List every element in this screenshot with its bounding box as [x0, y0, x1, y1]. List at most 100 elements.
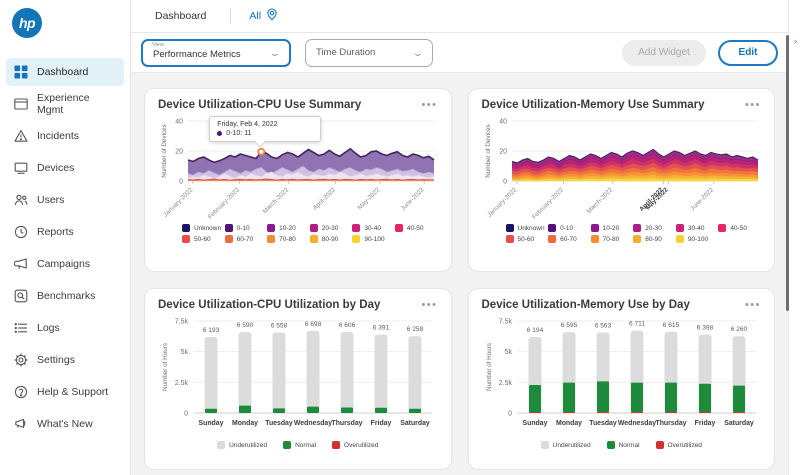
- legend-item-60-70[interactable]: 60-70: [224, 235, 268, 243]
- time-duration-value: Time Duration: [316, 47, 376, 58]
- sidebar-item-settings[interactable]: Settings: [6, 346, 124, 374]
- sidebar-item-dashboard[interactable]: Dashboard: [6, 58, 124, 86]
- vertical-scrollbar[interactable]: [786, 35, 789, 311]
- legend-label: 20-30: [645, 224, 662, 232]
- tab-dashboard[interactable]: Dashboard: [131, 10, 230, 22]
- sidebar-nav: Dashboard Experience Mgmt Incidents Devices…: [0, 48, 130, 448]
- sidebar-item-benchmarks[interactable]: Benchmarks: [6, 282, 124, 310]
- sidebar-item-label: Dashboard: [37, 66, 89, 78]
- legend-item-90-100[interactable]: 90-100: [675, 235, 719, 243]
- cpu-summary-chart[interactable]: Friday, Feb 4, 2022 0-10: 11 0 20 40 Number…: [158, 113, 438, 224]
- axis-label: Saturday: [400, 420, 430, 427]
- legend-item-normal[interactable]: Normal: [283, 441, 316, 449]
- scope-selector[interactable]: All: [231, 8, 296, 24]
- sidebar-item-help-support[interactable]: Help & Support: [6, 378, 124, 406]
- sidebar-item-users[interactable]: Users: [6, 186, 124, 214]
- axis-label: 5k: [504, 349, 512, 356]
- legend-label: 0-10: [236, 224, 250, 232]
- add-widget-button[interactable]: Add Widget: [622, 39, 706, 66]
- sidebar-item-label: Experience Mgmt: [37, 92, 90, 116]
- memory-summary-chart[interactable]: 0 20 40 Number of Devices January-2022 Februa…: [482, 113, 762, 224]
- memory-by-day-chart[interactable]: 0 2.5k 5k 7.5k Number of Hours 6 194 Sunday 6 5…: [482, 313, 762, 440]
- legend-item-overutilized[interactable]: Overutilized: [655, 441, 702, 449]
- bar-overutilized: [630, 412, 643, 413]
- bar-underutilized: [340, 331, 354, 413]
- legend-item-overutilized[interactable]: Overutilized: [332, 441, 378, 449]
- legend-item-30-40[interactable]: 30-40: [352, 224, 395, 232]
- devices-icon: [14, 161, 28, 175]
- legend-label: Underutilized: [229, 441, 268, 449]
- legend-item-50-60[interactable]: 50-60: [182, 235, 225, 243]
- legend-label: 30-40: [687, 224, 705, 232]
- sidebar-item-experience-mgmt[interactable]: Experience Mgmt: [6, 90, 124, 118]
- bar-overutilized: [698, 412, 711, 413]
- legend-item-80-90[interactable]: 80-90: [309, 235, 353, 243]
- legend-swatch: [224, 224, 233, 232]
- sidebar-item-reports[interactable]: Reports: [6, 218, 124, 246]
- edit-button[interactable]: Edit: [718, 39, 778, 66]
- bar-underutilized: [306, 330, 320, 413]
- settings-icon: [14, 353, 28, 367]
- legend-item-70-80[interactable]: 70-80: [590, 235, 634, 243]
- legend-item-10-20[interactable]: 10-20: [590, 224, 634, 232]
- legend-item-10-20[interactable]: 10-20: [267, 224, 310, 232]
- legend-label: Unknown: [194, 224, 222, 232]
- axis-label: Tuesday: [589, 420, 617, 427]
- chevron-down-icon: ⌄: [412, 48, 425, 58]
- legend-item-40-50[interactable]: 40-50: [718, 224, 761, 232]
- legend-item-60-70[interactable]: 60-70: [548, 235, 591, 243]
- legend-item-underutilized[interactable]: Underutilized: [217, 441, 267, 449]
- legend-item-underutilized[interactable]: Underutilized: [540, 441, 591, 449]
- bar-normal: [273, 408, 285, 413]
- legend-item-0-10[interactable]: 0-10: [224, 224, 268, 232]
- legend-item-unknown[interactable]: Unknown: [505, 224, 549, 232]
- view-select[interactable]: View Performance Metrics ⌄: [141, 38, 291, 67]
- sidebar-item-campaigns[interactable]: Campaigns: [6, 250, 124, 278]
- legend-item-30-40[interactable]: 30-40: [675, 224, 719, 232]
- card-title: Device Utilization-CPU Utilization by Da…: [158, 299, 381, 311]
- legend-item-unknown[interactable]: Unknown: [182, 224, 225, 232]
- expand-panel-icon[interactable]: ›: [793, 36, 797, 475]
- legend-item-50-60[interactable]: 50-60: [505, 235, 549, 243]
- card-menu-icon[interactable]: •••: [421, 100, 437, 111]
- time-duration-select[interactable]: Time Duration ⌄: [305, 38, 433, 67]
- card-menu-icon[interactable]: •••: [421, 300, 437, 311]
- legend-label: 0-10: [560, 224, 574, 232]
- axis-label: 20: [175, 149, 183, 156]
- axis-label: 6 558: [271, 323, 288, 330]
- legend-item-20-30[interactable]: 20-30: [309, 224, 353, 232]
- sidebar-item-incidents[interactable]: Incidents: [6, 122, 124, 150]
- axis-label: Friday: [694, 420, 715, 427]
- chart-legend: Unknown 0-10 10-20 20-30 30-40 40-50 50-60 60-7…: [505, 224, 762, 243]
- legend-swatch: [267, 235, 276, 243]
- axis-label: Number of Hours: [486, 343, 493, 391]
- legend-label: Normal: [618, 441, 640, 449]
- sidebar-item-logs[interactable]: Logs: [6, 314, 124, 342]
- sidebar-item-devices[interactable]: Devices: [6, 154, 124, 182]
- axis-label: 2.5k: [175, 380, 189, 387]
- help-icon: [14, 385, 28, 399]
- legend-label: 70-80: [602, 235, 620, 243]
- legend-item-0-10[interactable]: 0-10: [548, 224, 591, 232]
- axis-label: 6 698: [305, 321, 322, 328]
- axis-label: 6 563: [594, 322, 611, 329]
- sidebar-item-label: Benchmarks: [37, 290, 96, 302]
- axis-label: 6 260: [730, 326, 747, 333]
- legend-item-40-50[interactable]: 40-50: [394, 224, 438, 232]
- legend-label: Underutilized: [552, 441, 591, 449]
- bar-normal: [409, 408, 421, 413]
- legend-swatch: [655, 441, 664, 449]
- legend-item-80-90[interactable]: 80-90: [633, 235, 676, 243]
- legend-item-70-80[interactable]: 70-80: [267, 235, 310, 243]
- card-menu-icon[interactable]: •••: [745, 100, 761, 111]
- legend-label: 50-60: [517, 235, 535, 243]
- legend-item-20-30[interactable]: 20-30: [633, 224, 676, 232]
- axis-label: June-2022: [689, 186, 715, 212]
- sidebar-item-what-s-new[interactable]: What's New: [6, 410, 124, 438]
- hp-logo[interactable]: hp: [12, 8, 42, 38]
- legend-item-90-100[interactable]: 90-100: [352, 235, 395, 243]
- bar-overutilized: [664, 412, 677, 413]
- card-menu-icon[interactable]: •••: [745, 300, 761, 311]
- cpu-by-day-chart[interactable]: 0 2.5k 5k 7.5k Number of Hours 6 193 Sunday 6 5…: [158, 313, 438, 440]
- legend-item-normal[interactable]: Normal: [606, 441, 640, 449]
